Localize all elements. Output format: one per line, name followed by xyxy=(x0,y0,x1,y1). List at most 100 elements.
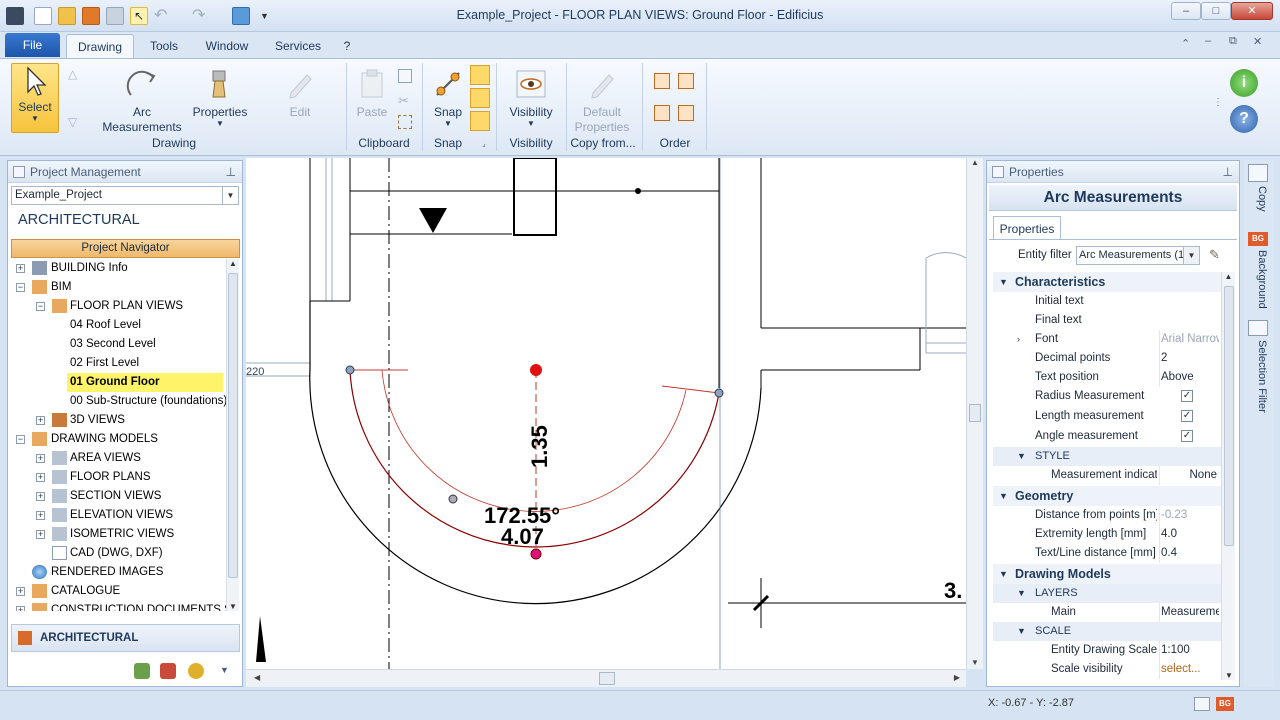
expand-icon[interactable]: + xyxy=(16,587,25,596)
property-value[interactable]: Measureme xyxy=(1159,603,1219,622)
tree-item-isometric-views[interactable]: + ISOMETRIC VIEWS xyxy=(8,525,228,544)
tree-item-second-level[interactable]: 03 Second Level xyxy=(70,335,156,354)
tree-item-rendered-images[interactable]: RENDERED IMAGES xyxy=(8,563,228,582)
end-grip[interactable] xyxy=(714,388,724,398)
property-row[interactable]: Main Measureme xyxy=(989,603,1221,622)
scale-subcategory[interactable]: ▼ SCALE xyxy=(993,622,1221,641)
scroll-left-icon[interactable]: ◀ xyxy=(254,673,260,682)
tree-item-roof-level[interactable]: 04 Roof Level xyxy=(70,316,141,335)
module-plant-icon[interactable] xyxy=(134,663,150,679)
tree-item-sub-structure[interactable]: 00 Sub-Structure (foundations) xyxy=(70,392,227,411)
scroll-down-icon[interactable]: ▼ xyxy=(971,658,979,667)
expand-icon[interactable]: + xyxy=(16,606,25,611)
arc-measurements-button[interactable]: Arc Measurements xyxy=(96,67,188,135)
collapse-icon[interactable]: − xyxy=(36,302,45,311)
tab-properties[interactable]: Properties xyxy=(993,216,1061,240)
tree-item-floor-plan-views[interactable]: − FLOOR PLAN VIEWS xyxy=(8,297,228,316)
arc-grip[interactable] xyxy=(530,548,542,560)
module-menu-icon[interactable]: ▼ xyxy=(220,665,229,675)
module-structure-icon[interactable] xyxy=(160,663,176,679)
status-view-icon[interactable] xyxy=(1194,697,1210,711)
project-select[interactable]: Example_Project ▼ xyxy=(11,186,239,205)
selection-filter-side-tab[interactable]: Selection Filter xyxy=(1248,340,1268,420)
style-subcategory[interactable]: ▼ STYLE xyxy=(993,447,1221,466)
dropdown-arrow-icon[interactable]: ▼ xyxy=(222,187,238,204)
tree-item-building-info[interactable]: + BUILDING Info xyxy=(8,259,228,278)
selection-filter-tab-icon[interactable] xyxy=(1248,320,1268,336)
architectural-module-button[interactable]: ARCHITECTURAL xyxy=(11,624,240,652)
property-row[interactable]: Scale visibility select... xyxy=(989,660,1221,679)
scroll-up-icon[interactable]: ▲ xyxy=(967,158,983,167)
expand-icon[interactable]: + xyxy=(36,454,45,463)
midpoint-grip[interactable] xyxy=(448,494,458,504)
scroll-down-icon[interactable]: ▼ xyxy=(1225,671,1233,680)
geometry-category[interactable]: ▼ Geometry xyxy=(993,486,1221,506)
length-measurement-checkbox[interactable]: ✓ xyxy=(1181,410,1193,422)
up-arrow-icon[interactable]: △ xyxy=(68,67,77,81)
expand-icon[interactable]: + xyxy=(36,416,45,425)
status-background-icon[interactable]: BG xyxy=(1216,697,1234,711)
collapse-icon[interactable]: ▼ xyxy=(999,564,1008,584)
help-icon[interactable]: ? xyxy=(1230,105,1258,133)
property-row[interactable]: Entity Drawing Scale 1:100 xyxy=(989,641,1221,660)
layers-subcategory[interactable]: ▼ LAYERS xyxy=(993,584,1221,603)
collapse-icon[interactable]: ▼ xyxy=(999,486,1008,506)
property-row[interactable]: Measurement indicat None xyxy=(989,466,1221,485)
background-side-tab[interactable]: Background xyxy=(1248,250,1268,326)
collapse-icon[interactable]: ▼ xyxy=(1017,584,1026,603)
horizontal-scroll-thumb[interactable] xyxy=(599,672,615,685)
pin-icon[interactable]: ⊥ xyxy=(1223,161,1233,183)
select-button[interactable]: Select ▼ xyxy=(11,63,59,133)
copy-icon[interactable] xyxy=(398,69,412,83)
tree-scrollbar[interactable]: ▲ ▼ xyxy=(226,259,239,611)
snap-line-toggle-icon[interactable] xyxy=(470,88,490,108)
property-row[interactable]: Length measurement ✓ xyxy=(989,407,1221,426)
copy-tab-icon[interactable] xyxy=(1248,164,1268,182)
tree-scroll-thumb[interactable] xyxy=(228,273,238,578)
property-grid-scrollbar[interactable]: ▲ ▼ xyxy=(1221,272,1235,680)
property-scroll-thumb[interactable] xyxy=(1224,286,1234,546)
pin-icon[interactable]: ⊥ xyxy=(226,161,236,183)
property-value[interactable]: 0.4 xyxy=(1159,544,1219,563)
snap-mesh-toggle-icon[interactable] xyxy=(470,111,490,131)
scroll-down-icon[interactable]: ▼ xyxy=(229,602,237,611)
vertical-scroll-thumb[interactable] xyxy=(969,404,981,422)
tree-item-cad[interactable]: CAD (DWG, DXF) xyxy=(8,544,228,563)
property-row[interactable]: Extremity length [mm] 4.0 xyxy=(989,525,1221,544)
property-value[interactable]: -0.23 xyxy=(1159,506,1219,525)
file-menu-button[interactable]: File xyxy=(5,33,60,57)
expand-icon[interactable]: + xyxy=(36,492,45,501)
tree-item-ground-floor[interactable]: 01 Ground Floor xyxy=(67,373,223,392)
property-row[interactable]: Text position Above xyxy=(989,368,1221,387)
tab-help[interactable]: ? xyxy=(338,34,356,58)
expand-arrow-icon[interactable]: › xyxy=(1017,330,1020,349)
tab-window[interactable]: Window xyxy=(198,34,256,58)
tree-item-section-views[interactable]: + SECTION VIEWS xyxy=(8,487,228,506)
property-row[interactable]: Decimal points 2 xyxy=(989,349,1221,368)
collapse-icon[interactable]: ▼ xyxy=(999,272,1008,292)
tree-item-construction-documents[interactable]: + CONSTRUCTION DOCUMENTS SET xyxy=(8,601,228,611)
tab-tools[interactable]: Tools xyxy=(140,34,188,58)
snap-button[interactable]: Snap ▼ xyxy=(428,67,468,128)
property-value[interactable]: None xyxy=(1159,466,1219,485)
property-value[interactable]: Above xyxy=(1159,368,1219,387)
doc-minimize-icon[interactable]: – xyxy=(1205,35,1211,47)
send-to-back-icon[interactable] xyxy=(678,105,694,121)
floor-plan-drawing[interactable]: 1.35 172.55° 4.07 220 3. xyxy=(246,158,966,669)
module-mep-icon[interactable] xyxy=(188,663,204,679)
property-value[interactable]: 1:100 xyxy=(1159,641,1219,660)
ribbon-overflow-icon[interactable]: ⋮ xyxy=(1213,97,1223,108)
property-row[interactable]: › Font Arial Narrow xyxy=(989,330,1221,349)
property-value[interactable]: 2 xyxy=(1159,349,1219,368)
scroll-right-icon[interactable]: ▶ xyxy=(954,673,960,682)
edit-button[interactable]: Edit xyxy=(270,67,330,119)
scroll-up-icon[interactable]: ▲ xyxy=(1222,272,1235,281)
drawing-models-category[interactable]: ▼ Drawing Models xyxy=(993,564,1221,584)
ribbon-collapse-icon[interactable]: ⌃ xyxy=(1181,37,1190,50)
property-value[interactable]: select... xyxy=(1159,660,1219,679)
cut-icon[interactable]: ✂ xyxy=(398,93,409,109)
canvas-horizontal-scrollbar[interactable]: ◀ ▶ xyxy=(246,669,966,687)
collapse-icon[interactable]: − xyxy=(16,283,25,292)
doc-restore-icon[interactable]: ⧉ xyxy=(1229,35,1237,48)
tree-item-area-views[interactable]: + AREA VIEWS xyxy=(8,449,228,468)
